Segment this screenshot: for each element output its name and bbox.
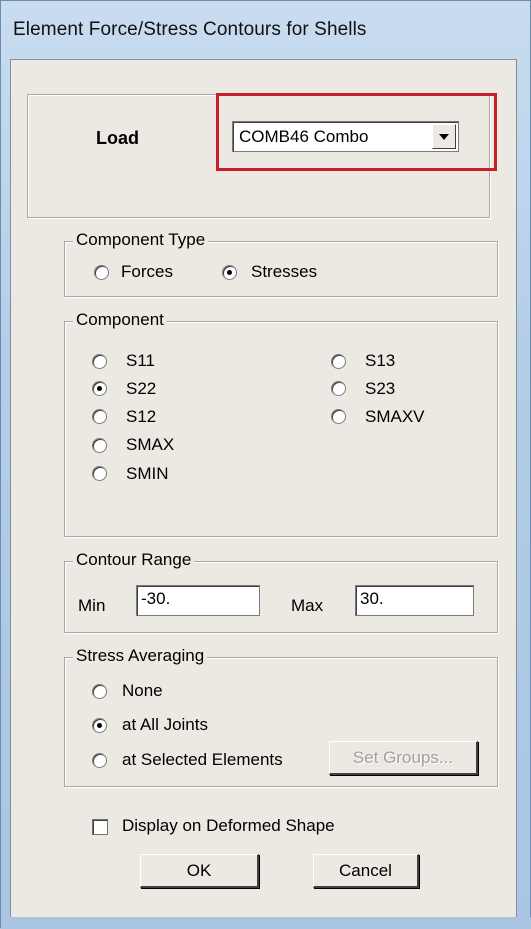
window-title: Element Force/Stress Contours for Shells <box>13 19 367 40</box>
smin-radio[interactable] <box>92 466 107 481</box>
highlight-box <box>216 93 497 171</box>
s23-label[interactable]: S23 <box>365 379 395 399</box>
forces-radio[interactable] <box>94 265 109 280</box>
avg-selected-elements-radio[interactable] <box>92 753 107 768</box>
stress-averaging-legend: Stress Averaging <box>73 646 208 666</box>
contour-range-legend: Contour Range <box>73 550 195 570</box>
min-label: Min <box>78 596 106 615</box>
s11-label[interactable]: S11 <box>126 351 155 371</box>
avg-all-joints-radio[interactable] <box>92 718 107 733</box>
avg-all-joints-label[interactable]: at All Joints <box>122 715 208 735</box>
stresses-radio[interactable] <box>222 265 237 280</box>
s22-radio[interactable] <box>92 381 107 396</box>
component-legend: Component <box>73 310 167 330</box>
s12-label[interactable]: S12 <box>126 407 156 427</box>
display-deformed-checkbox[interactable] <box>92 819 108 835</box>
avg-none-radio[interactable] <box>92 684 107 699</box>
avg-none-label[interactable]: None <box>122 681 163 701</box>
s13-radio[interactable] <box>331 354 346 369</box>
min-input[interactable]: -30. <box>136 585 260 616</box>
max-input[interactable]: 30. <box>355 585 474 616</box>
s12-radio[interactable] <box>92 409 107 424</box>
smax-radio[interactable] <box>92 438 107 453</box>
smin-label[interactable]: SMIN <box>126 464 169 484</box>
window-bottom-edge <box>1 917 531 929</box>
s11-radio[interactable] <box>92 354 107 369</box>
smaxv-radio[interactable] <box>331 409 346 424</box>
cancel-button[interactable]: Cancel <box>313 854 419 888</box>
max-label: Max <box>291 596 324 615</box>
display-deformed-label[interactable]: Display on Deformed Shape <box>122 816 335 836</box>
smaxv-label[interactable]: SMAXV <box>365 407 425 427</box>
component-type-legend: Component Type <box>73 230 209 250</box>
load-label: Load <box>96 128 139 148</box>
ok-button[interactable]: OK <box>140 854 259 888</box>
set-groups-button[interactable]: Set Groups... <box>329 741 478 775</box>
stresses-label[interactable]: Stresses <box>251 262 317 282</box>
s13-label[interactable]: S13 <box>365 351 395 371</box>
s22-label[interactable]: S22 <box>126 379 156 399</box>
s23-radio[interactable] <box>331 381 346 396</box>
forces-label[interactable]: Forces <box>121 262 173 282</box>
dialog-window: Element Force/Stress Contours for Shells… <box>0 0 531 929</box>
smax-label[interactable]: SMAX <box>126 435 174 455</box>
avg-selected-elements-label[interactable]: at Selected Elements <box>122 750 283 770</box>
